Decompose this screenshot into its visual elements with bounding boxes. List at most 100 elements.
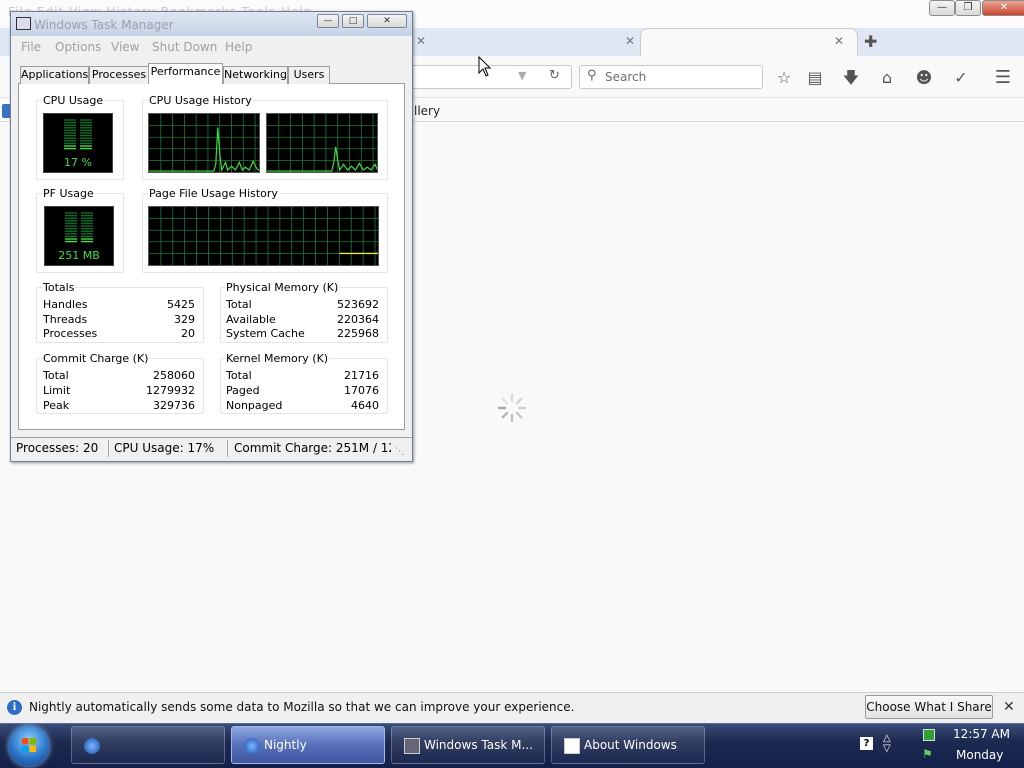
history-dropdown-icon[interactable]: ▼ bbox=[518, 69, 526, 82]
bookmarks-menu-icon[interactable]: ▤ bbox=[805, 68, 825, 88]
network-tray-icon[interactable] bbox=[923, 729, 935, 741]
menu-help[interactable]: Help bbox=[225, 40, 252, 54]
pocket-icon[interactable]: ✓ bbox=[951, 68, 971, 88]
menu-file[interactable]: File bbox=[21, 40, 41, 54]
clock-day[interactable]: Monday bbox=[956, 748, 1003, 762]
taskbar-item-browser-window[interactable] bbox=[71, 726, 225, 764]
url-bar[interactable]: ▼ ↻ bbox=[412, 65, 572, 89]
menu-shut-down[interactable]: Shut Down bbox=[152, 40, 217, 54]
tab-users[interactable]: Users bbox=[288, 66, 330, 84]
tab-applications[interactable]: Applications bbox=[20, 66, 89, 84]
pf-usage-value: 251 MB bbox=[58, 249, 100, 262]
totals-label: Totals bbox=[42, 281, 76, 294]
taskbar-item-label: Windows Task M... bbox=[424, 738, 533, 752]
kernel-paged-value: 17076 bbox=[344, 384, 379, 397]
search-icon: ⚲ bbox=[587, 68, 597, 83]
kernel-nonpaged-value: 4640 bbox=[351, 399, 379, 412]
active-tab-close-icon[interactable]: ✕ bbox=[834, 34, 844, 48]
loading-spinner-icon bbox=[497, 393, 527, 423]
search-input[interactable]: ⚲ Search bbox=[579, 65, 763, 89]
commit-peak-label: Peak bbox=[43, 399, 70, 412]
tab-processes[interactable]: Processes bbox=[89, 66, 149, 84]
windows-logo-icon bbox=[22, 738, 36, 752]
new-tab-icon[interactable]: ✚ bbox=[864, 32, 877, 51]
notification-close-icon[interactable]: ✕ bbox=[1003, 699, 1015, 715]
window-title: Windows Task Manager bbox=[34, 18, 174, 32]
tab-networking[interactable]: Networking bbox=[223, 66, 288, 84]
show-hidden-icons-icon[interactable]: △ ▽ bbox=[883, 734, 891, 754]
hello-icon[interactable]: ☻ bbox=[914, 68, 934, 88]
status-cpu-usage: CPU Usage: 17% bbox=[114, 441, 215, 455]
kernel-nonpaged-label: Nonpaged bbox=[226, 399, 283, 412]
taskbar-item-nightly[interactable]: Nightly bbox=[231, 726, 385, 764]
commit-total-value: 258060 bbox=[153, 369, 195, 382]
commit-charge-label: Commit Charge (K) bbox=[42, 352, 150, 365]
physical-available-value: 220364 bbox=[337, 313, 379, 326]
hamburger-menu-icon[interactable]: ☰ bbox=[993, 68, 1013, 88]
tm-maximize-button[interactable]: □ bbox=[342, 14, 364, 28]
commit-limit-label: Limit bbox=[43, 384, 71, 397]
tm-minimize-button[interactable]: — bbox=[317, 14, 339, 28]
tab-close-icon[interactable]: ✕ bbox=[416, 34, 426, 48]
totals-threads-label: Threads bbox=[43, 313, 88, 326]
pf-usage-meter: 251 MB bbox=[44, 206, 114, 266]
bookmark-item[interactable]: llery bbox=[414, 104, 440, 118]
status-separator bbox=[227, 440, 228, 457]
commit-limit-value: 1279932 bbox=[146, 384, 195, 397]
restore-button[interactable]: ❐ bbox=[955, 0, 981, 16]
physical-cache-value: 225968 bbox=[337, 327, 379, 340]
kernel-total-label: Total bbox=[226, 369, 252, 382]
bookmark-star-icon[interactable]: ☆ bbox=[774, 68, 794, 88]
pf-history-label: Page File Usage History bbox=[148, 187, 279, 200]
commit-total-label: Total bbox=[43, 369, 69, 382]
close-button[interactable]: ✕ bbox=[982, 0, 1024, 16]
menu-options[interactable]: Options bbox=[55, 40, 101, 54]
downloads-icon[interactable]: 🡇 bbox=[841, 68, 861, 88]
action-center-flag-icon[interactable]: ⚑ bbox=[922, 747, 933, 761]
cpu-history-graph-core1 bbox=[148, 113, 260, 173]
cpu-usage-label: CPU Usage bbox=[42, 94, 105, 107]
taskbar-item-task-manager[interactable]: Windows Task M... bbox=[391, 726, 545, 764]
totals-processes-value: 20 bbox=[181, 327, 195, 340]
status-processes: Processes: 20 bbox=[16, 441, 99, 455]
choose-what-i-share-button[interactable]: Choose What I Share bbox=[865, 695, 993, 719]
tm-close-button[interactable]: ✕ bbox=[367, 14, 407, 28]
home-icon[interactable]: ⌂ bbox=[877, 68, 897, 88]
pf-usage-label: PF Usage bbox=[42, 187, 95, 200]
mouse-cursor-icon bbox=[478, 56, 492, 77]
physical-cache-label: System Cache bbox=[226, 327, 305, 340]
taskbar-item-label: Nightly bbox=[264, 738, 307, 752]
totals-threads-value: 329 bbox=[174, 313, 195, 326]
taskbar-item-about-windows[interactable]: About Windows bbox=[551, 726, 705, 764]
clock-time[interactable]: 12:57 AM bbox=[953, 727, 1010, 741]
status-separator bbox=[108, 440, 109, 457]
totals-handles-value: 5425 bbox=[167, 298, 195, 311]
resize-grip-icon[interactable]: ⋱ bbox=[395, 447, 404, 457]
tab-close-icon[interactable]: ✕ bbox=[625, 34, 635, 48]
nightly-globe-icon bbox=[84, 738, 100, 754]
cpu-usage-value: 17 % bbox=[64, 156, 92, 169]
menu-view[interactable]: View bbox=[111, 40, 139, 54]
help-tray-icon[interactable]: ? bbox=[860, 737, 873, 750]
totals-processes-label: Processes bbox=[43, 327, 98, 340]
minimize-button[interactable]: — bbox=[929, 0, 955, 16]
kernel-memory-label: Kernel Memory (K) bbox=[225, 352, 330, 365]
task-manager-title-icon bbox=[16, 17, 31, 30]
totals-handles-label: Handles bbox=[43, 298, 88, 311]
reload-icon[interactable]: ↻ bbox=[549, 68, 560, 83]
tab-performance[interactable]: Performance bbox=[148, 63, 223, 84]
info-icon: i bbox=[7, 700, 22, 715]
taskbar-item-label: About Windows bbox=[584, 738, 677, 752]
cpu-usage-meter: 17 % bbox=[43, 113, 113, 173]
notification-text: Nightly automatically sends some data to… bbox=[29, 700, 575, 714]
status-commit-charge: Commit Charge: 251M / 1249M bbox=[234, 441, 391, 455]
search-placeholder: Search bbox=[605, 70, 647, 84]
physical-available-label: Available bbox=[226, 313, 276, 326]
nightly-globe-icon bbox=[244, 738, 260, 754]
window-icon bbox=[564, 738, 580, 754]
cpu-history-label: CPU Usage History bbox=[148, 94, 253, 107]
browser-active-tab[interactable] bbox=[640, 28, 858, 57]
kernel-total-value: 21716 bbox=[344, 369, 379, 382]
pf-history-graph bbox=[148, 206, 379, 266]
commit-peak-value: 329736 bbox=[153, 399, 195, 412]
